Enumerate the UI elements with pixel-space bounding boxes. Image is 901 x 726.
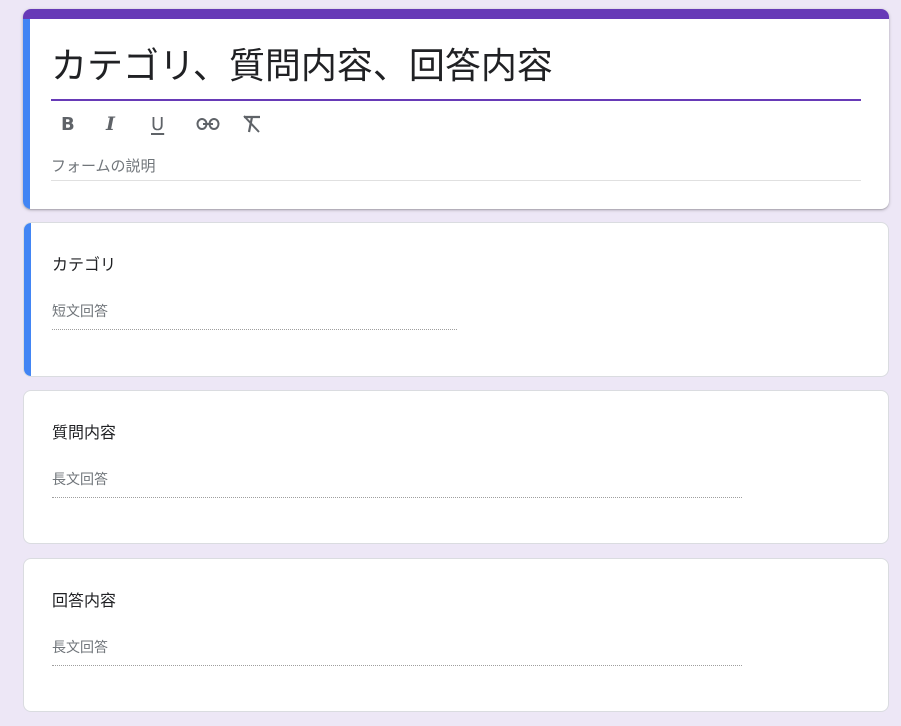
underline-button[interactable]: U [141, 107, 186, 141]
header-accent-band [23, 9, 889, 19]
short-answer-field: 短文回答 [52, 303, 457, 330]
question-card[interactable]: 質問内容 長文回答 [23, 390, 889, 544]
form-title-input[interactable]: カテゴリ、質問内容、回答内容 [51, 41, 861, 101]
active-card-indicator [24, 223, 31, 376]
paragraph-answer-field: 長文回答 [52, 471, 742, 498]
active-card-indicator [23, 19, 30, 209]
clear-format-button[interactable] [231, 107, 276, 141]
clear-format-icon [243, 115, 260, 133]
text-format-toolbar: B I U [51, 107, 276, 141]
bold-icon: B [61, 113, 75, 135]
link-icon [196, 118, 220, 130]
bold-button[interactable]: B [51, 107, 96, 141]
link-button[interactable] [186, 107, 231, 141]
question-card[interactable]: カテゴリ 短文回答 [23, 222, 889, 377]
underline-icon: U [151, 113, 165, 135]
question-title: 質問内容 [52, 423, 117, 442]
question-title: カテゴリ [52, 255, 117, 274]
question-title: 回答内容 [52, 591, 117, 610]
question-card[interactable]: 回答内容 長文回答 [23, 558, 889, 712]
italic-button[interactable]: I [96, 107, 141, 141]
form-description-input[interactable]: フォームの説明 [51, 155, 861, 181]
paragraph-answer-field: 長文回答 [52, 639, 742, 666]
italic-icon: I [106, 113, 115, 135]
form-header-card[interactable]: カテゴリ、質問内容、回答内容 B I U フォームの説明 [23, 9, 889, 209]
